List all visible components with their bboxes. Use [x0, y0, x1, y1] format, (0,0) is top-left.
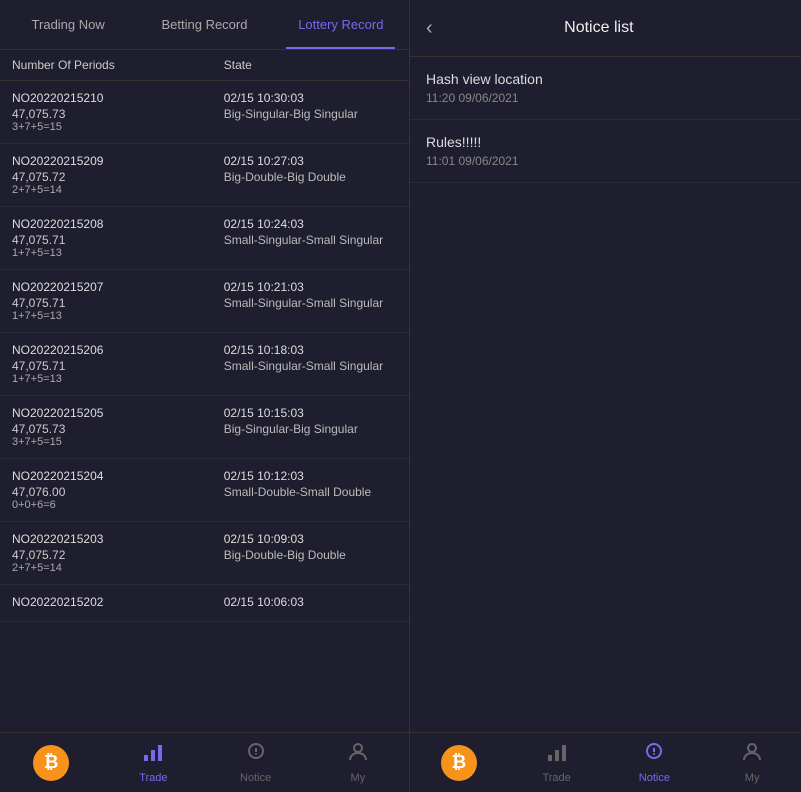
bitcoin-icon-right: ₿ — [441, 745, 477, 781]
my-icon-left — [347, 741, 369, 769]
right-panel: ‹ Notice list Hash view location 11:20 0… — [410, 0, 801, 792]
table-row[interactable]: NO20220215205 47,075.73 3+7+5=15 02/15 1… — [0, 396, 409, 459]
notice-icon-right — [643, 741, 665, 769]
table-row[interactable]: NO20220215210 47,075.73 3+7+5=15 02/15 1… — [0, 81, 409, 144]
col-state-header: State — [224, 58, 397, 72]
tab-lottery-record[interactable]: Lottery Record — [273, 0, 409, 49]
notice-title: Rules!!!!! — [426, 134, 785, 150]
record-state: 02/15 10:09:03 Big-Double-Big Double — [224, 532, 397, 562]
record-period: NO20220215203 47,075.72 2+7+5=14 — [12, 532, 224, 574]
nav-my-right[interactable]: My — [703, 733, 801, 792]
bitcoin-icon: ₿ — [33, 745, 69, 781]
record-state: 02/15 10:15:03 Big-Singular-Big Singular — [224, 406, 397, 436]
nav-notice-label-right: Notice — [639, 772, 670, 784]
nav-my-label-left: My — [351, 772, 366, 784]
record-period: NO20220215207 47,075.71 1+7+5=13 — [12, 280, 224, 322]
record-state: 02/15 10:24:03 Small-Singular-Small Sing… — [224, 217, 397, 247]
record-period: NO20220215206 47,075.71 1+7+5=13 — [12, 343, 224, 385]
left-bottom-nav: ₿ Trade Notice — [0, 732, 409, 792]
notice-icon-left — [245, 741, 267, 769]
record-period: NO20220215209 47,075.72 2+7+5=14 — [12, 154, 224, 196]
nav-trade-right[interactable]: Trade — [508, 733, 606, 792]
table-row[interactable]: NO20220215209 47,075.72 2+7+5=14 02/15 1… — [0, 144, 409, 207]
notice-item[interactable]: Hash view location 11:20 09/06/2021 — [410, 57, 801, 120]
right-header: ‹ Notice list — [410, 0, 801, 57]
table-header: Number Of Periods State — [0, 50, 409, 81]
record-state: 02/15 10:27:03 Big-Double-Big Double — [224, 154, 397, 184]
record-state: 02/15 10:12:03 Small-Double-Small Double — [224, 469, 397, 499]
nav-trade-label-left: Trade — [139, 772, 167, 784]
record-period: NO20220215205 47,075.73 3+7+5=15 — [12, 406, 224, 448]
table-row[interactable]: NO20220215204 47,076.00 0+0+6=6 02/15 10… — [0, 459, 409, 522]
nav-notice-left[interactable]: Notice — [205, 733, 307, 792]
nav-trade-left[interactable]: Trade — [102, 733, 204, 792]
record-state: 02/15 10:30:03 Big-Singular-Big Singular — [224, 91, 397, 121]
record-state: 02/15 10:06:03 — [224, 595, 397, 611]
col-period-header: Number Of Periods — [12, 58, 224, 72]
nav-home-left[interactable]: ₿ — [0, 733, 102, 792]
record-state: 02/15 10:18:03 Small-Singular-Small Sing… — [224, 343, 397, 373]
record-period: NO20220215204 47,076.00 0+0+6=6 — [12, 469, 224, 511]
nav-notice-label-left: Notice — [240, 772, 271, 784]
table-row[interactable]: NO20220215206 47,075.71 1+7+5=13 02/15 1… — [0, 333, 409, 396]
trade-icon — [142, 741, 164, 769]
notice-time: 11:01 09/06/2021 — [426, 154, 785, 168]
nav-my-left[interactable]: My — [307, 733, 409, 792]
tab-trading-now[interactable]: Trading Now — [0, 0, 136, 49]
table-row[interactable]: NO20220215202 02/15 10:06:03 — [0, 585, 409, 622]
notice-list: Hash view location 11:20 09/06/2021 Rule… — [410, 57, 801, 732]
notice-time: 11:20 09/06/2021 — [426, 91, 785, 105]
table-row[interactable]: NO20220215207 47,075.71 1+7+5=13 02/15 1… — [0, 270, 409, 333]
notice-list-title: Notice list — [443, 19, 755, 37]
my-icon-right — [741, 741, 763, 769]
trade-icon-right — [546, 741, 568, 769]
left-tabs: Trading Now Betting Record Lottery Recor… — [0, 0, 409, 50]
nav-my-label-right: My — [745, 772, 760, 784]
tab-betting-record[interactable]: Betting Record — [136, 0, 272, 49]
nav-notice-right[interactable]: Notice — [606, 733, 704, 792]
record-state: 02/15 10:21:03 Small-Singular-Small Sing… — [224, 280, 397, 310]
record-period: NO20220215210 47,075.73 3+7+5=15 — [12, 91, 224, 133]
back-button[interactable]: ‹ — [426, 17, 433, 40]
notice-item[interactable]: Rules!!!!! 11:01 09/06/2021 — [410, 120, 801, 183]
notice-title: Hash view location — [426, 71, 785, 87]
records-list: NO20220215210 47,075.73 3+7+5=15 02/15 1… — [0, 81, 409, 732]
nav-trade-label-right: Trade — [542, 772, 570, 784]
right-bottom-nav: ₿ Trade Notice — [410, 732, 801, 792]
left-panel: Trading Now Betting Record Lottery Recor… — [0, 0, 410, 792]
table-row[interactable]: NO20220215203 47,075.72 2+7+5=14 02/15 1… — [0, 522, 409, 585]
table-row[interactable]: NO20220215208 47,075.71 1+7+5=13 02/15 1… — [0, 207, 409, 270]
record-period: NO20220215208 47,075.71 1+7+5=13 — [12, 217, 224, 259]
record-period: NO20220215202 — [12, 595, 224, 611]
nav-home-right[interactable]: ₿ — [410, 733, 508, 792]
